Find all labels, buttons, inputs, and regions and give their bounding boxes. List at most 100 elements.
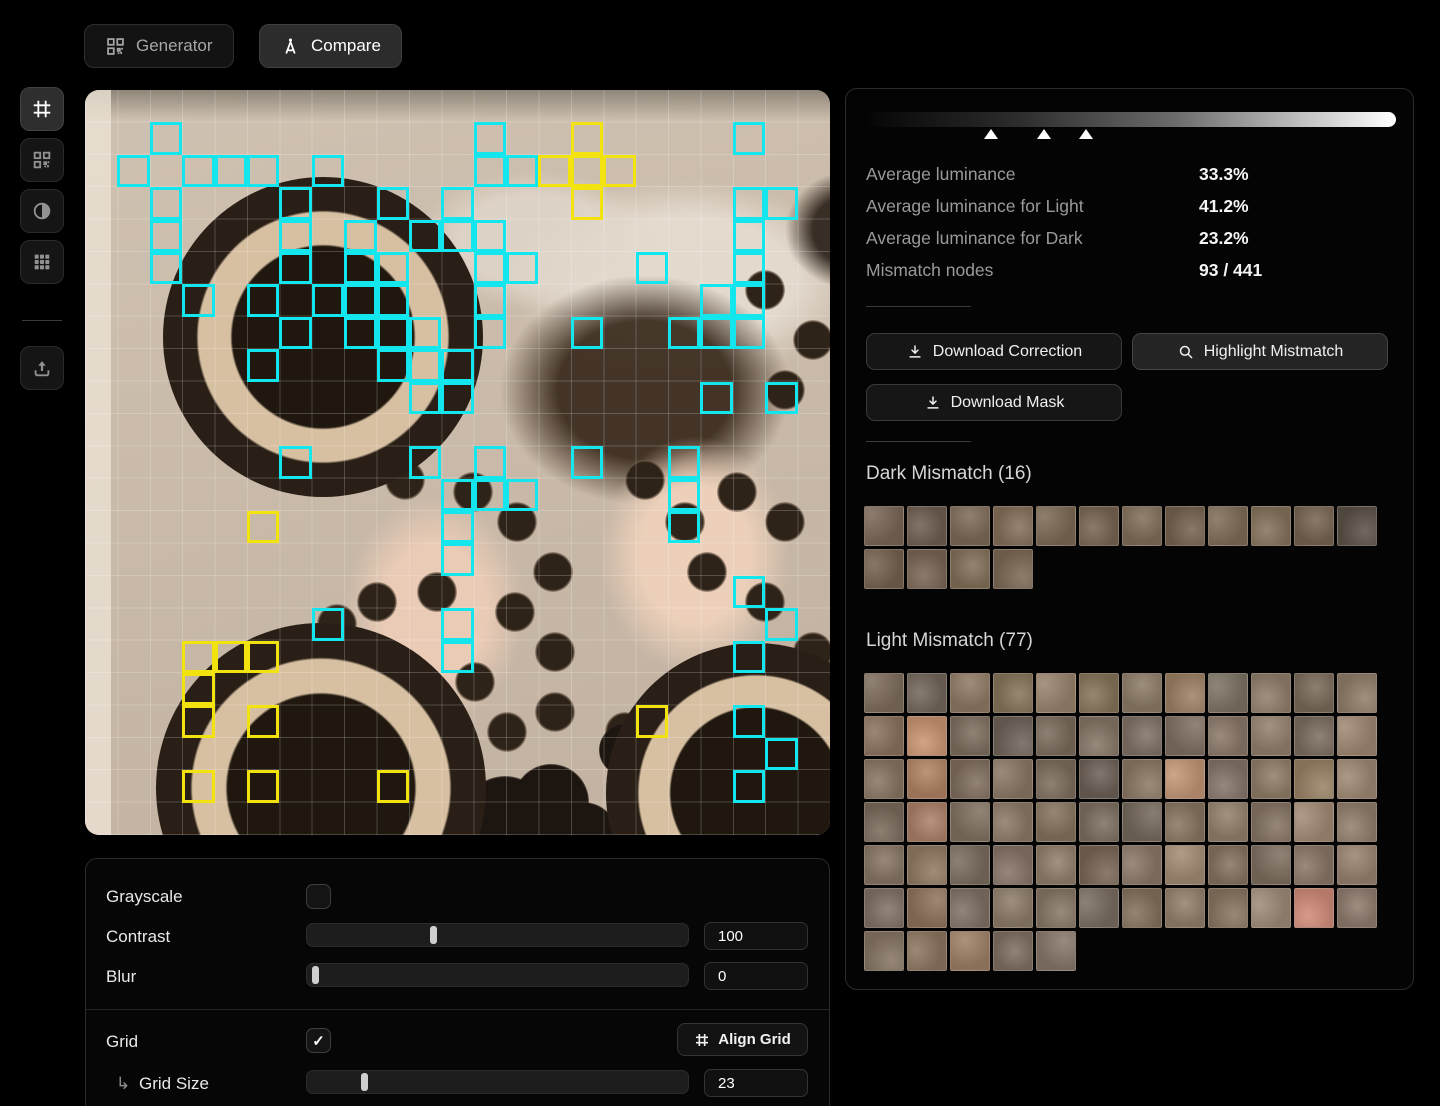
light-mismatch-thumbnail[interactable] <box>1251 888 1291 928</box>
tab-compare[interactable]: Compare <box>259 24 402 68</box>
blur-value-input[interactable] <box>704 962 808 990</box>
light-mismatch-thumbnail[interactable] <box>950 931 990 971</box>
light-mismatch-thumbnail[interactable] <box>864 716 904 756</box>
dark-mismatch-thumbnail[interactable] <box>907 506 947 546</box>
contrast-value-input[interactable] <box>704 922 808 950</box>
light-mismatch-thumbnail[interactable] <box>950 673 990 713</box>
light-mismatch-thumbnail[interactable] <box>1122 888 1162 928</box>
light-mismatch-thumbnail[interactable] <box>1251 673 1291 713</box>
light-mismatch-thumbnail[interactable] <box>907 888 947 928</box>
light-mismatch-thumbnail[interactable] <box>1208 888 1248 928</box>
light-mismatch-thumbnail[interactable] <box>1251 716 1291 756</box>
light-mismatch-thumbnail[interactable] <box>1122 759 1162 799</box>
dark-mismatch-thumbnail[interactable] <box>950 506 990 546</box>
light-mismatch-thumbnail[interactable] <box>907 802 947 842</box>
dark-mismatch-thumbnail[interactable] <box>1079 506 1119 546</box>
light-mismatch-thumbnail[interactable] <box>864 802 904 842</box>
light-mismatch-thumbnail[interactable] <box>864 931 904 971</box>
light-mismatch-thumbnail[interactable] <box>1165 845 1205 885</box>
light-mismatch-thumbnail[interactable] <box>907 673 947 713</box>
tool-frame-button[interactable] <box>20 87 64 131</box>
light-mismatch-thumbnail[interactable] <box>864 888 904 928</box>
light-mismatch-thumbnail[interactable] <box>1208 845 1248 885</box>
dark-mismatch-thumbnail[interactable] <box>1337 506 1377 546</box>
dark-mismatch-thumbnail[interactable] <box>993 506 1033 546</box>
light-mismatch-thumbnail[interactable] <box>993 802 1033 842</box>
dark-mismatch-thumbnail[interactable] <box>993 549 1033 589</box>
light-mismatch-thumbnail[interactable] <box>1208 802 1248 842</box>
light-mismatch-thumbnail[interactable] <box>1079 673 1119 713</box>
light-mismatch-thumbnail[interactable] <box>1165 802 1205 842</box>
light-mismatch-thumbnail[interactable] <box>1122 845 1162 885</box>
light-mismatch-thumbnail[interactable] <box>864 845 904 885</box>
download-correction-button[interactable]: Download Correction <box>866 333 1122 370</box>
light-mismatch-thumbnail[interactable] <box>907 716 947 756</box>
light-mismatch-thumbnail[interactable] <box>1294 802 1334 842</box>
light-mismatch-thumbnail[interactable] <box>1337 888 1377 928</box>
light-mismatch-thumbnail[interactable] <box>1122 673 1162 713</box>
light-mismatch-thumbnail[interactable] <box>1079 716 1119 756</box>
blur-slider[interactable] <box>306 963 689 987</box>
tool-upload-button[interactable] <box>20 346 64 390</box>
light-mismatch-thumbnail[interactable] <box>1294 759 1334 799</box>
light-mismatch-thumbnail[interactable] <box>950 716 990 756</box>
light-mismatch-thumbnail[interactable] <box>1165 888 1205 928</box>
grayscale-checkbox[interactable] <box>306 884 331 909</box>
light-mismatch-thumbnail[interactable] <box>907 759 947 799</box>
light-mismatch-thumbnail[interactable] <box>1294 888 1334 928</box>
grid-size-slider-thumb[interactable] <box>361 1073 368 1091</box>
light-mismatch-thumbnail[interactable] <box>1294 673 1334 713</box>
light-mismatch-thumbnail[interactable] <box>1079 845 1119 885</box>
light-mismatch-thumbnail[interactable] <box>950 888 990 928</box>
light-mismatch-thumbnail[interactable] <box>1208 673 1248 713</box>
dark-mismatch-thumbnail[interactable] <box>907 549 947 589</box>
light-mismatch-thumbnail[interactable] <box>993 759 1033 799</box>
blur-slider-thumb[interactable] <box>312 966 319 984</box>
light-mismatch-thumbnail[interactable] <box>950 802 990 842</box>
dark-mismatch-thumbnail[interactable] <box>1208 506 1248 546</box>
light-mismatch-thumbnail[interactable] <box>1337 716 1377 756</box>
light-mismatch-thumbnail[interactable] <box>864 673 904 713</box>
light-mismatch-thumbnail[interactable] <box>1122 802 1162 842</box>
light-mismatch-thumbnail[interactable] <box>1079 759 1119 799</box>
contrast-slider[interactable] <box>306 923 689 947</box>
light-mismatch-thumbnail[interactable] <box>1251 802 1291 842</box>
tool-contrast-button[interactable] <box>20 189 64 233</box>
dark-mismatch-thumbnail[interactable] <box>1165 506 1205 546</box>
tool-qr-button[interactable] <box>20 138 64 182</box>
dark-mismatch-thumbnail[interactable] <box>864 506 904 546</box>
light-mismatch-thumbnail[interactable] <box>1036 716 1076 756</box>
light-mismatch-thumbnail[interactable] <box>1036 888 1076 928</box>
light-mismatch-thumbnail[interactable] <box>907 931 947 971</box>
light-mismatch-thumbnail[interactable] <box>1294 716 1334 756</box>
light-mismatch-thumbnail[interactable] <box>1208 716 1248 756</box>
light-mismatch-thumbnail[interactable] <box>864 759 904 799</box>
light-mismatch-thumbnail[interactable] <box>1036 931 1076 971</box>
light-mismatch-thumbnail[interactable] <box>993 716 1033 756</box>
tool-grid-button[interactable] <box>20 240 64 284</box>
highlight-mismatch-button[interactable]: Highlight Mistmatch <box>1132 333 1388 370</box>
light-mismatch-thumbnail[interactable] <box>1036 759 1076 799</box>
light-mismatch-thumbnail[interactable] <box>1251 759 1291 799</box>
light-mismatch-thumbnail[interactable] <box>993 673 1033 713</box>
download-mask-button[interactable]: Download Mask <box>866 384 1122 421</box>
light-mismatch-thumbnail[interactable] <box>1251 845 1291 885</box>
light-mismatch-thumbnail[interactable] <box>1337 802 1377 842</box>
light-mismatch-thumbnail[interactable] <box>1208 759 1248 799</box>
light-mismatch-thumbnail[interactable] <box>1337 673 1377 713</box>
light-mismatch-thumbnail[interactable] <box>950 759 990 799</box>
light-mismatch-thumbnail[interactable] <box>1294 845 1334 885</box>
dark-mismatch-thumbnail[interactable] <box>864 549 904 589</box>
light-mismatch-thumbnail[interactable] <box>907 845 947 885</box>
dark-mismatch-thumbnail[interactable] <box>950 549 990 589</box>
dark-mismatch-thumbnail[interactable] <box>1122 506 1162 546</box>
dark-mismatch-thumbnail[interactable] <box>1294 506 1334 546</box>
light-mismatch-thumbnail[interactable] <box>1337 759 1377 799</box>
light-mismatch-thumbnail[interactable] <box>950 845 990 885</box>
light-mismatch-thumbnail[interactable] <box>1036 845 1076 885</box>
light-mismatch-thumbnail[interactable] <box>1122 716 1162 756</box>
light-mismatch-thumbnail[interactable] <box>993 888 1033 928</box>
light-mismatch-thumbnail[interactable] <box>1165 716 1205 756</box>
light-mismatch-thumbnail[interactable] <box>1079 888 1119 928</box>
light-mismatch-thumbnail[interactable] <box>1337 845 1377 885</box>
